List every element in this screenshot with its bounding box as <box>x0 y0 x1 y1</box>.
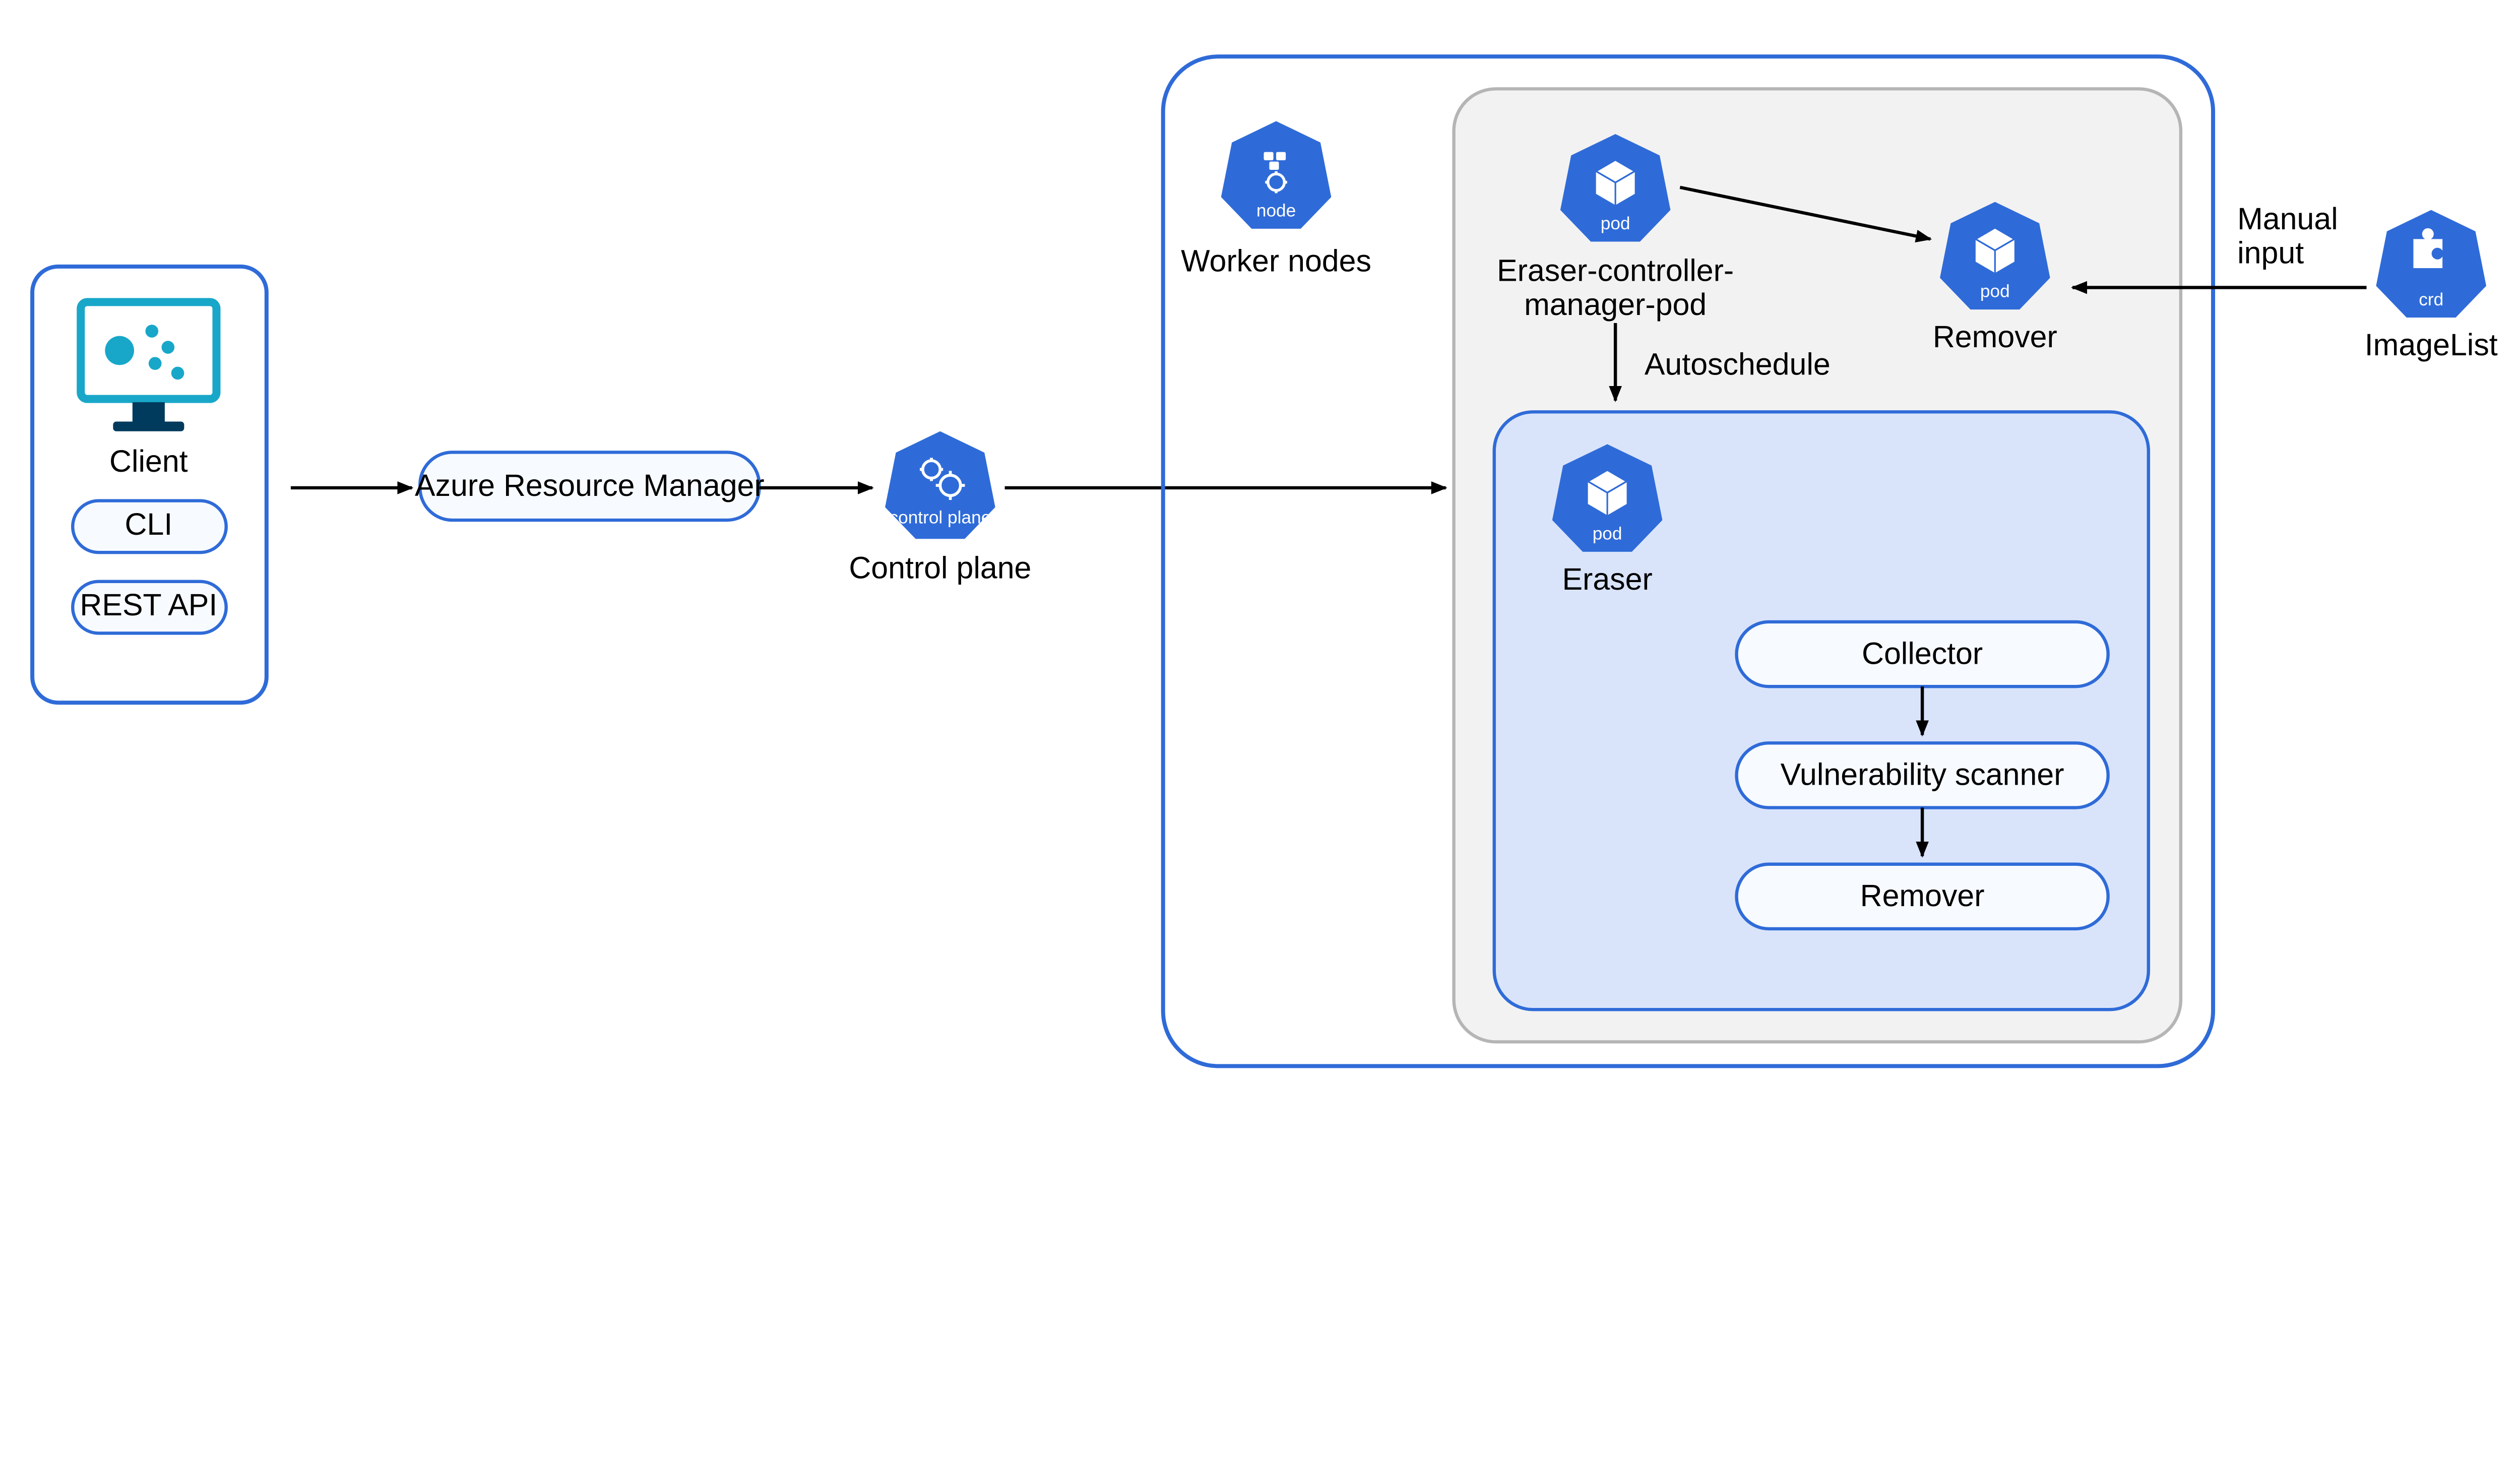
arm-label: Azure Resource Manager <box>415 468 765 502</box>
manual-input-label-2: input <box>2237 235 2304 270</box>
svg-text:node: node <box>1256 201 1296 220</box>
remover-step-label: Remover <box>1860 878 1985 913</box>
imagelist-label: ImageList <box>2365 328 2498 362</box>
svg-text:crd: crd <box>2419 290 2443 309</box>
svg-text:pod: pod <box>1601 214 1630 233</box>
client-cli-label: CLI <box>125 507 173 541</box>
eraser-pod-label: Eraser <box>1562 562 1652 596</box>
control-plane-icon: control plane <box>885 431 995 539</box>
worker-nodes-label: Worker nodes <box>1181 243 1371 278</box>
worker-nodes-icon: node <box>1221 121 1332 228</box>
client-title: Client <box>109 444 188 478</box>
manual-input-label-1: Manual <box>2237 202 2338 236</box>
imagelist-crd-icon: crd <box>2376 210 2486 318</box>
control-plane-label: Control plane <box>849 550 1031 585</box>
svg-text:control plane: control plane <box>889 508 991 527</box>
collector-label: Collector <box>1862 636 1983 670</box>
pipeline: Collector Vulnerability scanner Remover <box>1737 622 2108 929</box>
eraser-controller-label-2: manager-pod <box>1524 287 1707 322</box>
svg-text:pod: pod <box>1593 524 1622 544</box>
client-group: Client CLI REST API <box>32 267 267 703</box>
architecture-diagram: Client CLI REST API Azure Resource Manag… <box>0 0 2520 1098</box>
client-monitor-icon <box>81 302 216 431</box>
autoschedule-label: Autoschedule <box>1645 347 1831 382</box>
eraser-controller-label-1: Eraser-controller- <box>1497 253 1734 288</box>
vuln-label: Vulnerability scanner <box>1781 757 2064 792</box>
remover-label: Remover <box>1933 320 2057 354</box>
svg-text:pod: pod <box>1980 282 2010 301</box>
client-rest-label: REST API <box>80 588 217 622</box>
